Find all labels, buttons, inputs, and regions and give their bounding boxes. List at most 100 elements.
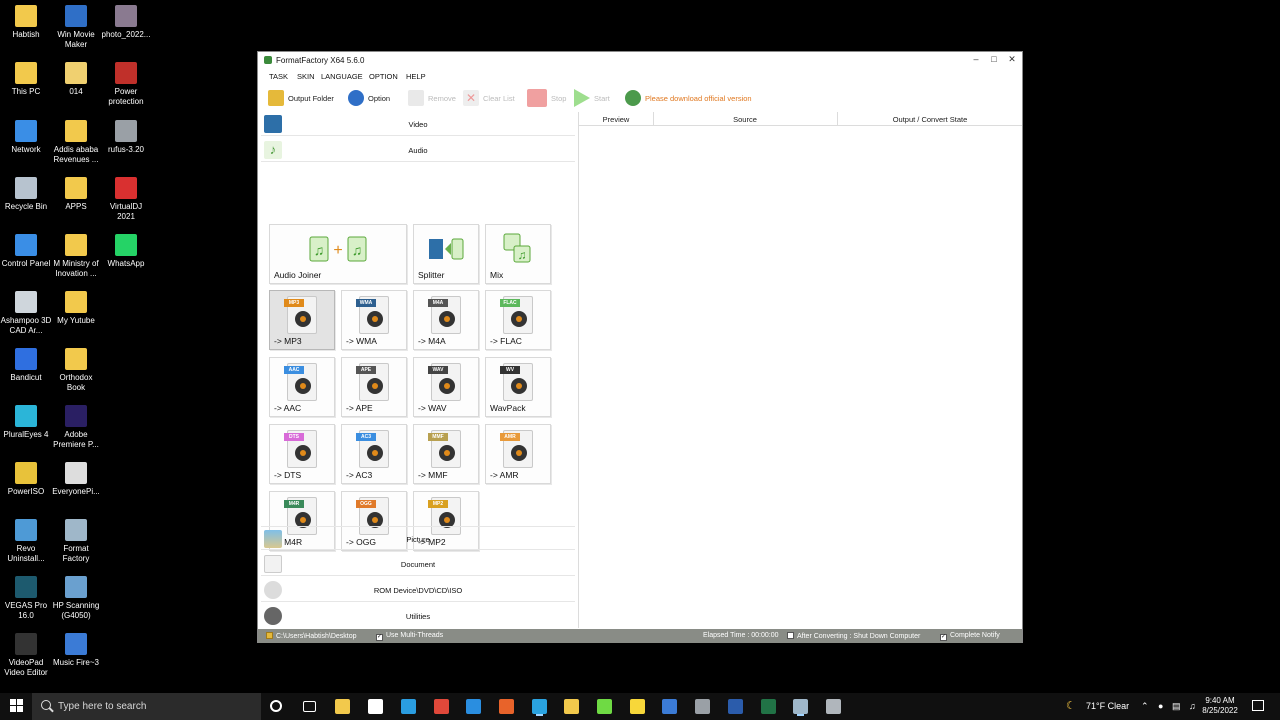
menu-task[interactable]: TASK — [269, 72, 288, 81]
format-tile-wv[interactable]: WV WavPack — [485, 357, 551, 417]
start-button[interactable]: Start — [574, 89, 610, 107]
desktop-icon[interactable]: Ashampoo 3D CAD Ar... — [0, 291, 52, 335]
desktop-icon[interactable]: HP Scanning (G4050) — [50, 576, 102, 620]
output-path[interactable]: C:\Users\Habtish\Desktop — [266, 632, 357, 640]
weather-text[interactable]: 71°F Clear — [1086, 701, 1129, 711]
option-button[interactable]: Option — [348, 89, 390, 107]
minimize-icon[interactable]: – — [967, 54, 985, 67]
desktop-icon[interactable]: VirtualDJ 2021 — [100, 177, 152, 221]
edge-icon[interactable] — [400, 699, 416, 714]
splitter-tile[interactable]: Splitter — [413, 224, 479, 284]
desktop-icon[interactable]: PowerISO — [0, 462, 52, 497]
format-tile-wma[interactable]: WMA -> WMA — [341, 290, 407, 350]
menu-language[interactable]: LANGUAGE — [321, 72, 363, 81]
desktop-icon[interactable]: My Yutube — [50, 291, 102, 326]
desktop-icon[interactable]: VideoPad Video Editor — [0, 633, 52, 677]
desktop-icon[interactable]: Control Panel — [0, 234, 52, 269]
tray-chevron-icon[interactable]: ⌃ — [1141, 701, 1149, 712]
category-document[interactable]: Document — [261, 552, 575, 576]
volume-icon[interactable]: ♫ — [1189, 701, 1196, 711]
clear-list-button[interactable]: ✕ Clear List — [463, 89, 515, 107]
mail-icon[interactable] — [368, 699, 384, 714]
desktop-icon[interactable]: Addis ababa Revenues ... — [50, 120, 102, 164]
close-icon[interactable]: ✕ — [1003, 54, 1021, 67]
desktop-icon[interactable]: WhatsApp — [100, 234, 152, 269]
cortana-icon[interactable] — [270, 700, 282, 712]
notepad-icon[interactable] — [662, 699, 678, 714]
desktop-icon[interactable]: Bandicut — [0, 348, 52, 383]
format-tile-mp3[interactable]: MP3 -> MP3 — [269, 290, 335, 350]
telegram-icon[interactable] — [531, 699, 547, 714]
chrome-icon[interactable] — [433, 699, 449, 714]
format-tile-aac[interactable]: AAC -> AAC — [269, 357, 335, 417]
firefox-icon[interactable] — [498, 699, 514, 714]
desktop-icon[interactable]: APPS — [50, 177, 102, 212]
format-factory-taskbar-icon[interactable] — [793, 699, 809, 714]
microphone-icon[interactable]: ● — [1158, 701, 1163, 711]
network-tray-icon[interactable]: ▤ — [1172, 701, 1181, 712]
col-state[interactable]: Output / Convert State — [837, 115, 1023, 124]
remove-button[interactable]: Remove — [408, 89, 456, 107]
format-tile-ac3[interactable]: AC3 -> AC3 — [341, 424, 407, 484]
desktop-icon[interactable]: photo_2022... — [100, 5, 152, 40]
taskbar-search-box[interactable]: Type here to search — [32, 693, 261, 720]
sticky-notes-icon[interactable] — [629, 699, 645, 714]
category-utilities[interactable]: Utilities — [261, 604, 575, 628]
upwork-icon[interactable] — [597, 699, 612, 714]
menu-help[interactable]: HELP — [406, 72, 426, 81]
category-picture[interactable]: Picture — [261, 526, 575, 550]
store-icon[interactable] — [335, 699, 351, 714]
desktop-icon[interactable]: Music Fire~3 — [50, 633, 102, 668]
category-video[interactable]: Video — [261, 112, 575, 136]
notification-center-icon[interactable] — [1252, 700, 1264, 711]
desktop-icon[interactable]: EveryonePi... — [50, 462, 102, 497]
desktop-icon[interactable]: Network — [0, 120, 52, 155]
format-tile-mmf[interactable]: MMF -> MMF — [413, 424, 479, 484]
download-official-link[interactable]: Please download official version — [625, 89, 752, 107]
format-tile-amr[interactable]: AMR -> AMR — [485, 424, 551, 484]
windows-start-icon[interactable] — [10, 699, 24, 713]
desktop-icon[interactable]: PluralEyes 4 — [0, 405, 52, 440]
desktop-icon[interactable]: 014 — [50, 62, 102, 97]
clock[interactable]: 9:40 AM 8/25/2022 — [1199, 696, 1241, 716]
task-view-icon[interactable] — [302, 701, 316, 712]
desktop-icon[interactable]: M Ministry of Inovation ... — [50, 234, 102, 278]
excel-icon[interactable] — [760, 699, 776, 714]
desktop-icon[interactable]: Habtish — [0, 5, 52, 40]
desktop-icon[interactable]: Adobe Premiere P... — [50, 405, 102, 449]
desktop-icon[interactable]: Orthodox Book — [50, 348, 102, 392]
desktop-icon[interactable]: Recycle Bin — [0, 177, 52, 212]
desktop-icon[interactable]: This PC — [0, 62, 52, 97]
format-tile-flac[interactable]: FLAC -> FLAC — [485, 290, 551, 350]
stop-button[interactable]: Stop — [527, 89, 566, 107]
output-folder-button[interactable]: Output Folder — [268, 89, 334, 107]
format-tile-ape[interactable]: APE -> APE — [341, 357, 407, 417]
word-icon[interactable] — [727, 699, 743, 714]
settings-app-icon[interactable] — [695, 699, 711, 714]
desktop-icon[interactable]: Revo Uninstall... — [0, 519, 52, 563]
desktop-icon[interactable]: VEGAS Pro 16.0 — [0, 576, 52, 620]
col-source[interactable]: Source — [653, 115, 837, 124]
desktop-icon[interactable]: Power protection — [100, 62, 152, 106]
title-bar[interactable]: FormatFactory X64 5.6.0 – □ ✕ — [258, 52, 1022, 69]
format-tile-wav[interactable]: WAV -> WAV — [413, 357, 479, 417]
complete-notify-checkbox[interactable]: ✓ Complete Notify — [940, 632, 1000, 641]
col-preview[interactable]: Preview — [579, 115, 653, 124]
category-rom-device[interactable]: ROM Device\DVD\CD\ISO — [261, 578, 575, 602]
desktop-icon[interactable]: rufus-3.20 — [100, 120, 152, 155]
multithreads-checkbox[interactable]: ✓ Use Multi-Threads — [376, 632, 443, 641]
ie-icon[interactable] — [466, 699, 482, 714]
desktop-icon[interactable]: Win Movie Maker — [50, 5, 102, 49]
after-converting-checkbox[interactable]: After Converting : Shut Down Computer — [787, 632, 920, 640]
mix-tile[interactable]: ♫ Mix — [485, 224, 551, 284]
file-explorer-icon[interactable] — [564, 699, 580, 714]
category-audio[interactable]: ♪ Audio — [261, 138, 575, 162]
maximize-icon[interactable]: □ — [985, 54, 1003, 67]
menu-option[interactable]: OPTION — [369, 72, 398, 81]
format-tile-m4a[interactable]: M4A -> M4A — [413, 290, 479, 350]
gear-app-icon[interactable] — [825, 699, 841, 714]
format-tile-dts[interactable]: DTS -> DTS — [269, 424, 335, 484]
desktop-icon[interactable]: Format Factory — [50, 519, 102, 563]
menu-skin[interactable]: SKIN — [297, 72, 315, 81]
audio-joiner-tile[interactable]: ♫ + ♫ Audio Joiner — [269, 224, 407, 284]
